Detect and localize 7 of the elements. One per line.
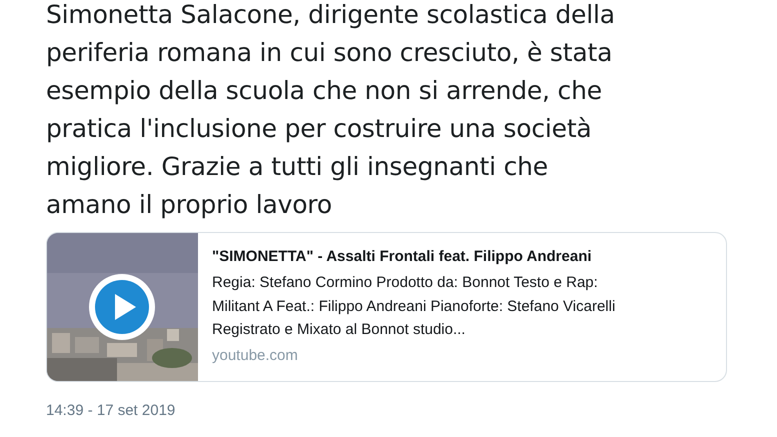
card-title: "SIMONETTA" - Assalti Frontali feat. Filippo Andreani xyxy=(212,247,593,267)
card-domain: youtube.com xyxy=(212,346,299,366)
play-icon[interactable] xyxy=(88,273,156,341)
timestamp[interactable]: 14:39 - 17 set 2019 xyxy=(46,402,777,419)
link-card[interactable] xyxy=(46,232,727,382)
tweet-text: Simonetta Salacone, dirigente scolastica della periferia romana in cui sono cresciuto, è stata esempio della scuola che non si arrende, che pratica l'inclusione per costruire una società migliore. Grazie a tutti gli insegnanti che amano il proprio lavoro xyxy=(46,0,616,221)
card-description: Regia: Stefano Cormino Prodotto da: Bonnot Testo e Rap: Militant A Feat.: Filippo Andreani Pianoforte: Stefano Vicarelli Registrato e Mixato al Bonnot studio... xyxy=(212,273,616,340)
